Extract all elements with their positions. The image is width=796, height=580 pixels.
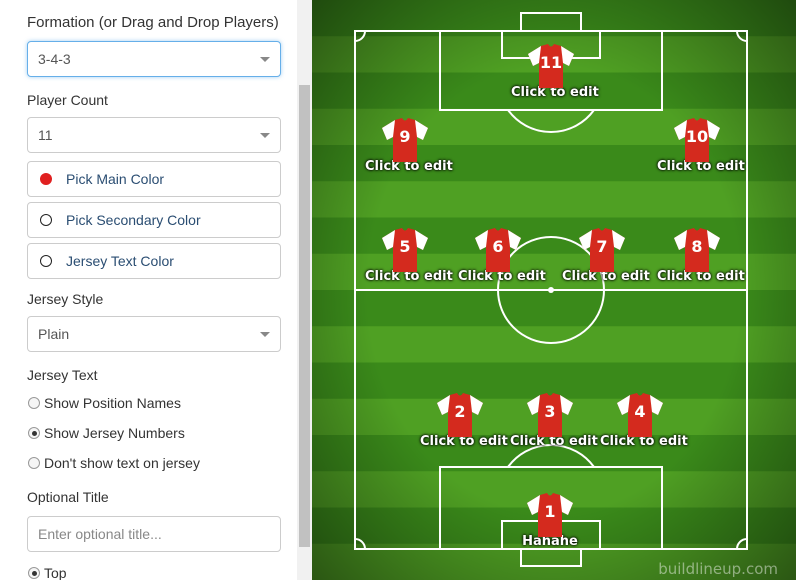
jersey-icon[interactable]: 5 <box>380 224 430 274</box>
jersey-number: 7 <box>596 237 608 256</box>
jersey-icon[interactable]: 11 <box>526 40 576 90</box>
player-3[interactable]: 3 Click to edit <box>510 389 598 449</box>
jersey-icon[interactable]: 7 <box>577 224 627 274</box>
jersey-number: 11 <box>539 53 563 72</box>
radio-show-position-names[interactable]: Show Position Names <box>28 395 181 411</box>
player-2[interactable]: 2 Click to edit <box>420 389 508 449</box>
radio-no-jersey-text[interactable]: Don't show text on jersey <box>28 455 200 471</box>
formation-select[interactable]: 3-4-3 <box>27 41 281 77</box>
jersey-icon[interactable]: 2 <box>435 389 485 439</box>
jersey-number: 8 <box>691 237 703 256</box>
player-5[interactable]: 5 Click to edit <box>365 224 453 284</box>
jersey-number: 5 <box>399 237 411 256</box>
scrollbar-thumb[interactable] <box>299 85 310 547</box>
jersey-icon[interactable]: 8 <box>672 224 722 274</box>
main-color-button[interactable]: Pick Main Color <box>27 161 281 197</box>
jersey-number: 9 <box>399 127 411 146</box>
player-8[interactable]: 8 Click to edit <box>657 224 745 284</box>
radio-label: Show Position Names <box>44 395 181 411</box>
formation-value: 3-4-3 <box>38 51 71 67</box>
jersey-text-label: Jersey Text <box>27 367 98 383</box>
radio-button-icon[interactable] <box>28 457 40 469</box>
chevron-down-icon <box>260 332 270 337</box>
jersey-number: 3 <box>544 402 556 421</box>
player-4[interactable]: 4 Click to edit <box>600 389 688 449</box>
jersey-icon[interactable]: 3 <box>525 389 575 439</box>
player-10[interactable]: 10 Click to edit <box>657 114 745 174</box>
player-9[interactable]: 9 Click to edit <box>365 114 453 174</box>
jersey-text-color-button[interactable]: Jersey Text Color <box>27 243 281 279</box>
jersey-text-color-swatch-icon <box>40 255 52 267</box>
formation-label: Formation (or Drag and Drop Players) <box>27 14 279 31</box>
chevron-down-icon <box>260 133 270 138</box>
jersey-number: 10 <box>685 127 709 146</box>
player-11[interactable]: 11 Click to edit <box>511 40 599 100</box>
main-color-swatch-icon <box>40 173 52 185</box>
radio-button-checked-icon[interactable] <box>28 567 40 579</box>
jersey-icon[interactable]: 9 <box>380 114 430 164</box>
secondary-color-button[interactable]: Pick Secondary Color <box>27 202 281 238</box>
player-count-label: Player Count <box>27 92 108 108</box>
player-count-value: 11 <box>38 127 53 143</box>
settings-panel: Formation (or Drag and Drop Players) 3-4… <box>0 0 312 580</box>
jersey-icon[interactable]: 6 <box>473 224 523 274</box>
jersey-icon[interactable]: 4 <box>615 389 665 439</box>
jersey-number: 2 <box>454 402 466 421</box>
optional-title-label: Optional Title <box>27 489 109 505</box>
radio-label: Don't show text on jersey <box>44 455 200 471</box>
chevron-down-icon <box>260 57 270 62</box>
jersey-style-label: Jersey Style <box>27 291 104 307</box>
radio-button-icon[interactable] <box>28 397 40 409</box>
radio-show-jersey-numbers[interactable]: Show Jersey Numbers <box>28 425 185 441</box>
jersey-number: 1 <box>544 502 556 521</box>
jersey-style-select[interactable]: Plain <box>27 316 281 352</box>
radio-title-top[interactable]: Top <box>28 565 67 580</box>
optional-title-input[interactable] <box>27 516 281 552</box>
jersey-icon[interactable]: 1 <box>525 489 575 539</box>
jersey-icon[interactable]: 10 <box>672 114 722 164</box>
radio-label: Show Jersey Numbers <box>44 425 185 441</box>
player-count-select[interactable]: 11 <box>27 117 281 153</box>
football-pitch: 11 Click to edit 9 Click to edit 10 Click to … <box>312 0 796 580</box>
player-1[interactable]: 1 Hahahe <box>510 489 590 549</box>
player-6[interactable]: 6 Click to edit <box>458 224 546 284</box>
jersey-style-value: Plain <box>38 326 70 342</box>
radio-label: Top <box>44 565 67 580</box>
player-7[interactable]: 7 Click to edit <box>562 224 650 284</box>
secondary-color-swatch-icon <box>40 214 52 226</box>
main-color-label: Pick Main Color <box>66 171 165 187</box>
secondary-color-label: Pick Secondary Color <box>66 212 201 228</box>
jersey-text-color-label: Jersey Text Color <box>66 253 174 269</box>
radio-button-checked-icon[interactable] <box>28 427 40 439</box>
jersey-number: 4 <box>634 402 646 421</box>
panel-scrollbar[interactable] <box>297 0 312 580</box>
jersey-number: 6 <box>492 237 504 256</box>
watermark-text: buildlineup.com <box>658 560 778 578</box>
